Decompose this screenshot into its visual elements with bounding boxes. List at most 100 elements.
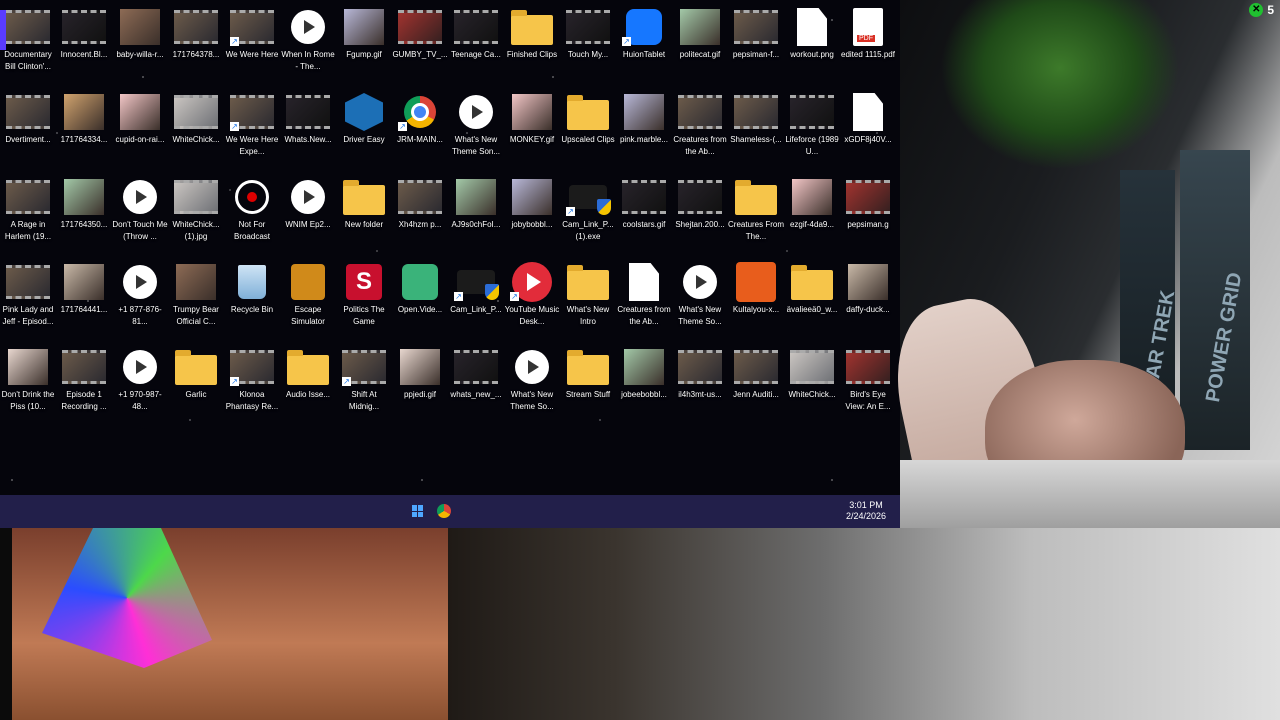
desktop-icon[interactable]: +1 877-876-81...: [112, 263, 168, 343]
desktop-icon-label: ävalieeä0_w...: [786, 305, 838, 314]
desktop-icon[interactable]: Shameless-(...: [728, 93, 784, 173]
desktop-icon[interactable]: edited 1115.pdf: [840, 8, 896, 88]
desktop-icon[interactable]: +1 970-987-48...: [112, 348, 168, 428]
desktop-icon[interactable]: Touch My...: [560, 8, 616, 88]
desktop-icon[interactable]: Dvertiment...: [0, 93, 56, 173]
desktop-icon[interactable]: Escape Simulator: [280, 263, 336, 343]
windows-start-icon[interactable]: [412, 505, 424, 517]
chrome-taskbar-icon[interactable]: [437, 504, 451, 518]
desktop-icon[interactable]: Don't Drink the Piss (10...: [0, 348, 56, 428]
shortcut-arrow-icon: ↗: [510, 292, 519, 301]
desktop-icon[interactable]: Fgump.gif: [336, 8, 392, 88]
image-icon: [454, 178, 498, 216]
app-shortcut-icon: ↗: [342, 348, 386, 386]
desktop-icon[interactable]: Audio Isse...: [280, 348, 336, 428]
desktop-icon[interactable]: Recycle Bin: [224, 263, 280, 343]
desktop-icon[interactable]: What's New Theme So...: [504, 348, 560, 428]
desktop-icon[interactable]: Lifeforce (1989 U...: [784, 93, 840, 173]
desktop-icon[interactable]: AJ9s0chFoI...: [448, 178, 504, 258]
desktop-icon[interactable]: Creatures From The...: [728, 178, 784, 258]
desktop-icon[interactable]: Bird's Eye View: An E...: [840, 348, 896, 428]
desktop-icon[interactable]: Episode 1 Recording ...: [56, 348, 112, 428]
desktop-icon[interactable]: whats_new_...: [448, 348, 504, 428]
desktop-icon[interactable]: Garlic: [168, 348, 224, 428]
desktop-icon[interactable]: MONKEY.gif: [504, 93, 560, 173]
desktop-icon[interactable]: Kultalyou-x...: [728, 262, 784, 343]
desktop-icon[interactable]: 171764350...: [56, 178, 112, 258]
desktop-icon[interactable]: When In Rome - The...: [280, 8, 336, 88]
desktop-icon[interactable]: WhiteChick...: [784, 348, 840, 428]
desktop-icon[interactable]: Shejtan.200...: [672, 178, 728, 258]
desktop-icon[interactable]: cupid-on-rai...: [112, 93, 168, 173]
desktop-icon[interactable]: ↗ We Were Here Expe...: [224, 93, 280, 173]
desktop-icon[interactable]: GUMBY_TV_...: [392, 8, 448, 88]
video-thumbnail-icon: [6, 8, 50, 46]
desktop-icon[interactable]: daffy-duck...: [840, 263, 896, 343]
desktop-icon-label: +1 970-987-48...: [118, 390, 162, 411]
desktop-icon[interactable]: pepsiman.g: [840, 178, 896, 258]
taskbar-clock[interactable]: 3:01 PM 2/24/2026: [846, 500, 886, 522]
desktop-icon[interactable]: ↗ Cam_Link_P... (1).exe: [560, 178, 616, 258]
desktop-icon[interactable]: WNIM Ep2...: [280, 178, 336, 258]
desktop-icon[interactable]: ↗ We Were Here: [224, 8, 280, 88]
desktop-icon[interactable]: ↗ JRM-MAIN...: [392, 93, 448, 173]
desktop-icon[interactable]: Not For Broadcast: [224, 178, 280, 258]
video-thumbnail-red-icon: [398, 8, 442, 46]
desktop-icon[interactable]: workout.png: [784, 8, 840, 88]
desktop-icon[interactable]: pepsiman-f...: [728, 8, 784, 88]
desktop-icon[interactable]: ↗ HuionTablet: [616, 8, 672, 88]
desktop-icon[interactable]: ävalieeä0_w...: [784, 263, 840, 343]
desktop-icon[interactable]: il4h3mt-us...: [672, 348, 728, 428]
document-icon: [622, 263, 666, 301]
desktop-icon[interactable]: What's New Theme Son...: [448, 93, 504, 173]
desktop-icon[interactable]: ppjedi.gif: [392, 348, 448, 428]
desktop-icon[interactable]: A Rage in Harlem (19...: [0, 178, 56, 258]
desktop-icon[interactable]: Stream Stuff: [560, 348, 616, 428]
desktop-icon[interactable]: Creatures from the Ab...: [616, 263, 672, 343]
desktop-icon[interactable]: coolstars.gif: [616, 178, 672, 258]
desktop-icon[interactable]: What's New Intro: [560, 263, 616, 343]
desktop-icon[interactable]: Jenn Auditi...: [728, 348, 784, 428]
desktop-icon[interactable]: baby-willa-r...: [112, 8, 168, 88]
desktop-icon[interactable]: Trumpy Bear Official C...: [168, 263, 224, 343]
desktop-icon[interactable]: Teenage Ca...: [448, 8, 504, 88]
desktop-icon[interactable]: Documentary Bill Clinton'...: [0, 8, 56, 88]
desktop-icon[interactable]: Upscaled Clips: [560, 93, 616, 173]
desktop-icon[interactable]: Finished Clips: [504, 8, 560, 88]
desktop-icon[interactable]: jobybobbl...: [504, 178, 560, 258]
desktop-icon[interactable]: Pink Lady and Jeff - Episod...: [0, 263, 56, 343]
video-thumbnail-red-icon: [846, 178, 890, 216]
desktop-icon[interactable]: ↗ YouTube Music Desk...: [504, 262, 560, 343]
desktop-icon[interactable]: Whats.New...: [280, 93, 336, 173]
desktop-icon[interactable]: WhiteChick...: [168, 93, 224, 173]
desktop-icon[interactable]: pink.marble...: [616, 93, 672, 173]
desktop-icon[interactable]: S Politics The Game: [336, 263, 392, 343]
video-thumbnail-icon: [174, 8, 218, 46]
desktop-icon[interactable]: Don't Touch Me (Throw ...: [112, 178, 168, 258]
desktop-icon-label: What's New Theme So...: [678, 305, 722, 326]
desktop-icon[interactable]: Driver Easy: [336, 93, 392, 173]
desktop-icon[interactable]: xGDF8j40V...: [840, 93, 896, 173]
desktop-icon-label: Klonoa Phantasy Re...: [225, 390, 279, 411]
desktop-icon-label: YouTube Music Desk...: [504, 305, 560, 326]
desktop-icon[interactable]: Creatures from the Ab...: [672, 93, 728, 173]
desktop-icon[interactable]: ezgif-4da9...: [784, 178, 840, 258]
desktop-icon[interactable]: ↗ Klonoa Phantasy Re...: [224, 348, 280, 428]
desktop-icon[interactable]: jobeebobbl...: [616, 348, 672, 428]
desktop-icon[interactable]: politecat.gif: [672, 8, 728, 88]
desktop-icon[interactable]: New folder: [336, 178, 392, 258]
desktop-icon[interactable]: ↗ Shift At Midnig...: [336, 348, 392, 428]
desktop-icon[interactable]: Xh4hzm p...: [392, 178, 448, 258]
desktop-icon[interactable]: 171764334...: [56, 93, 112, 173]
desktop-icon[interactable]: What's New Theme So...: [672, 263, 728, 343]
desktop-icon-label: whats_new_...: [450, 390, 502, 399]
stream-screen: Documentary Bill Clinton'... Innocent.Bl.…: [0, 0, 1280, 720]
desktop-icon[interactable]: Open.Vide...: [392, 263, 448, 343]
desktop-icon[interactable]: ↗ Cam_Link_P...: [448, 263, 504, 343]
desktop-icon[interactable]: 171764441...: [56, 263, 112, 343]
desktop-icon[interactable]: Innocent.Bl...: [56, 8, 112, 88]
desktop-icon-label: baby-willa-r...: [116, 50, 164, 59]
desktop-icon[interactable]: 171764378...: [168, 8, 224, 88]
desktop-icon[interactable]: WhiteChick... (1).jpg: [168, 178, 224, 258]
media-play-icon: [118, 178, 162, 216]
